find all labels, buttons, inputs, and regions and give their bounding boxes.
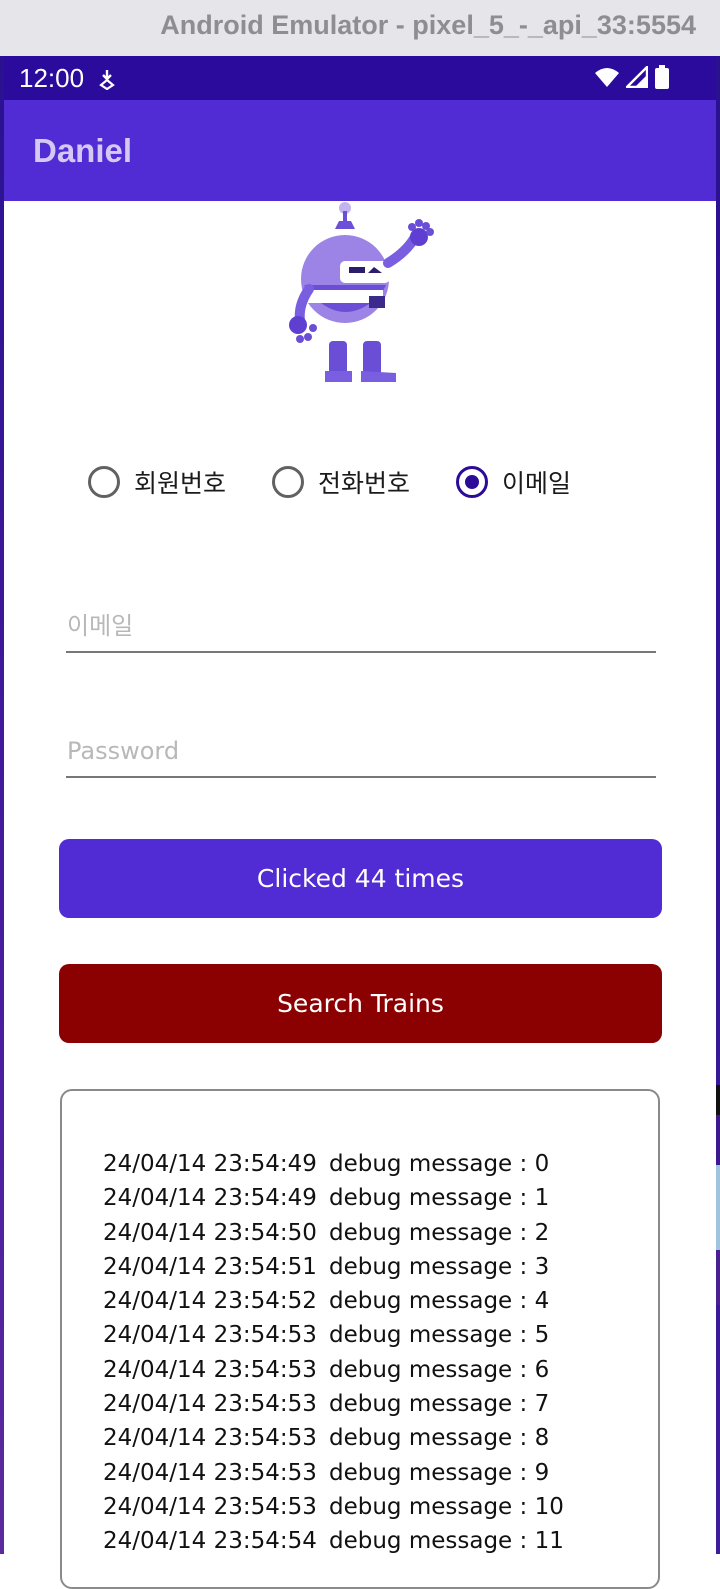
log-timestamp: 24/04/14 23:54:54 [103,1528,317,1555]
radio-phone-number[interactable]: 전화번호 [272,464,410,500]
search-type-radio-group: 회원번호 전화번호 이메일 [88,464,617,500]
log-message: debug message : 8 [329,1425,550,1452]
battery-icon [655,65,669,89]
log-message: debug message : 4 [329,1288,550,1315]
log-line: 24/04/14 23:54:54 debug message : 11 [103,1524,658,1558]
emulator-title: Android Emulator - pixel_5_-_api_33:5554 [160,10,696,40]
radio-email[interactable]: 이메일 [456,464,571,500]
radio-button-unchecked[interactable] [88,466,120,498]
log-timestamp: 24/04/14 23:54:50 [103,1219,317,1246]
dotnet-bot-icon [289,202,434,382]
notification-download-icon [99,70,115,90]
log-message: debug message : 11 [329,1528,564,1555]
status-bar: 12:00 [4,56,716,100]
log-line: 24/04/14 23:54:53 debug message : 5 [103,1318,658,1352]
radio-member-number[interactable]: 회원번호 [88,464,226,500]
log-timestamp: 24/04/14 23:54:53 [103,1356,317,1383]
status-icons [594,65,670,89]
log-timestamp: 24/04/14 23:54:53 [103,1391,317,1418]
log-line: 24/04/14 23:54:52 debug message : 4 [103,1284,658,1318]
debug-log-list: 24/04/14 23:54:49 debug message : 0 24/04/… [62,1091,658,1559]
log-message: debug message : 5 [329,1322,550,1349]
log-message: debug message : 0 [329,1151,550,1177]
log-timestamp: 24/04/14 23:54:49 [103,1151,317,1177]
log-line: 24/04/14 23:54:53 debug message : 10 [103,1490,658,1524]
log-message: debug message : 3 [329,1253,550,1280]
status-time: 12:00 [19,63,85,93]
log-line: 24/04/14 23:54:49 debug message : 1 [103,1181,658,1215]
password-field[interactable] [66,726,656,778]
debug-log-panel[interactable]: 24/04/14 23:54:49 debug message : 0 24/04/… [60,1089,660,1589]
radio-button-checked[interactable] [456,466,489,498]
log-timestamp: 24/04/14 23:54:53 [103,1425,317,1452]
log-line: 24/04/14 23:54:53 debug message : 7 [103,1387,658,1421]
radio-button-unchecked[interactable] [272,466,305,498]
app-title: Daniel [33,132,133,169]
log-timestamp: 24/04/14 23:54:52 [103,1288,317,1315]
log-timestamp: 24/04/14 23:54:53 [103,1493,317,1520]
log-line: 24/04/14 23:54:49 debug message : 0 [103,1147,658,1181]
email-field[interactable] [66,601,656,653]
log-line: 24/04/14 23:54:53 debug message : 6 [103,1353,658,1387]
radio-label: 이메일 [502,469,572,498]
signal-icon [626,66,648,88]
log-line: 24/04/14 23:54:50 debug message : 2 [103,1216,658,1250]
log-message: debug message : 10 [329,1493,564,1520]
log-message: debug message : 1 [329,1185,550,1212]
radio-label: 회원번호 [134,469,227,498]
search-trains-button[interactable]: Search Trains [59,964,662,1043]
log-timestamp: 24/04/14 23:54:53 [103,1322,317,1349]
wifi-icon [595,68,619,87]
log-line: 24/04/14 23:54:51 debug message : 3 [103,1250,658,1284]
log-message: debug message : 6 [329,1356,550,1383]
click-counter-button[interactable]: Clicked 44 times [59,839,662,918]
log-line: 24/04/14 23:54:53 debug message : 8 [103,1421,658,1455]
log-timestamp: 24/04/14 23:54:51 [103,1253,317,1280]
log-message: debug message : 9 [329,1459,550,1486]
app-bar: Daniel [4,100,716,201]
log-line: 24/04/14 23:54:53 debug message : 9 [103,1456,658,1490]
log-message: debug message : 2 [329,1219,550,1246]
log-timestamp: 24/04/14 23:54:53 [103,1459,317,1486]
log-timestamp: 24/04/14 23:54:49 [103,1185,317,1212]
radio-label: 전화번호 [318,469,411,498]
log-message: debug message : 7 [329,1391,550,1418]
emulator-title-bar: Android Emulator - pixel_5_-_api_33:5554 [0,0,720,56]
main-content: 회원번호 전화번호 이메일 Clicked 44 times Search Tr… [4,201,716,1589]
device-side-edge [716,1085,720,1305]
